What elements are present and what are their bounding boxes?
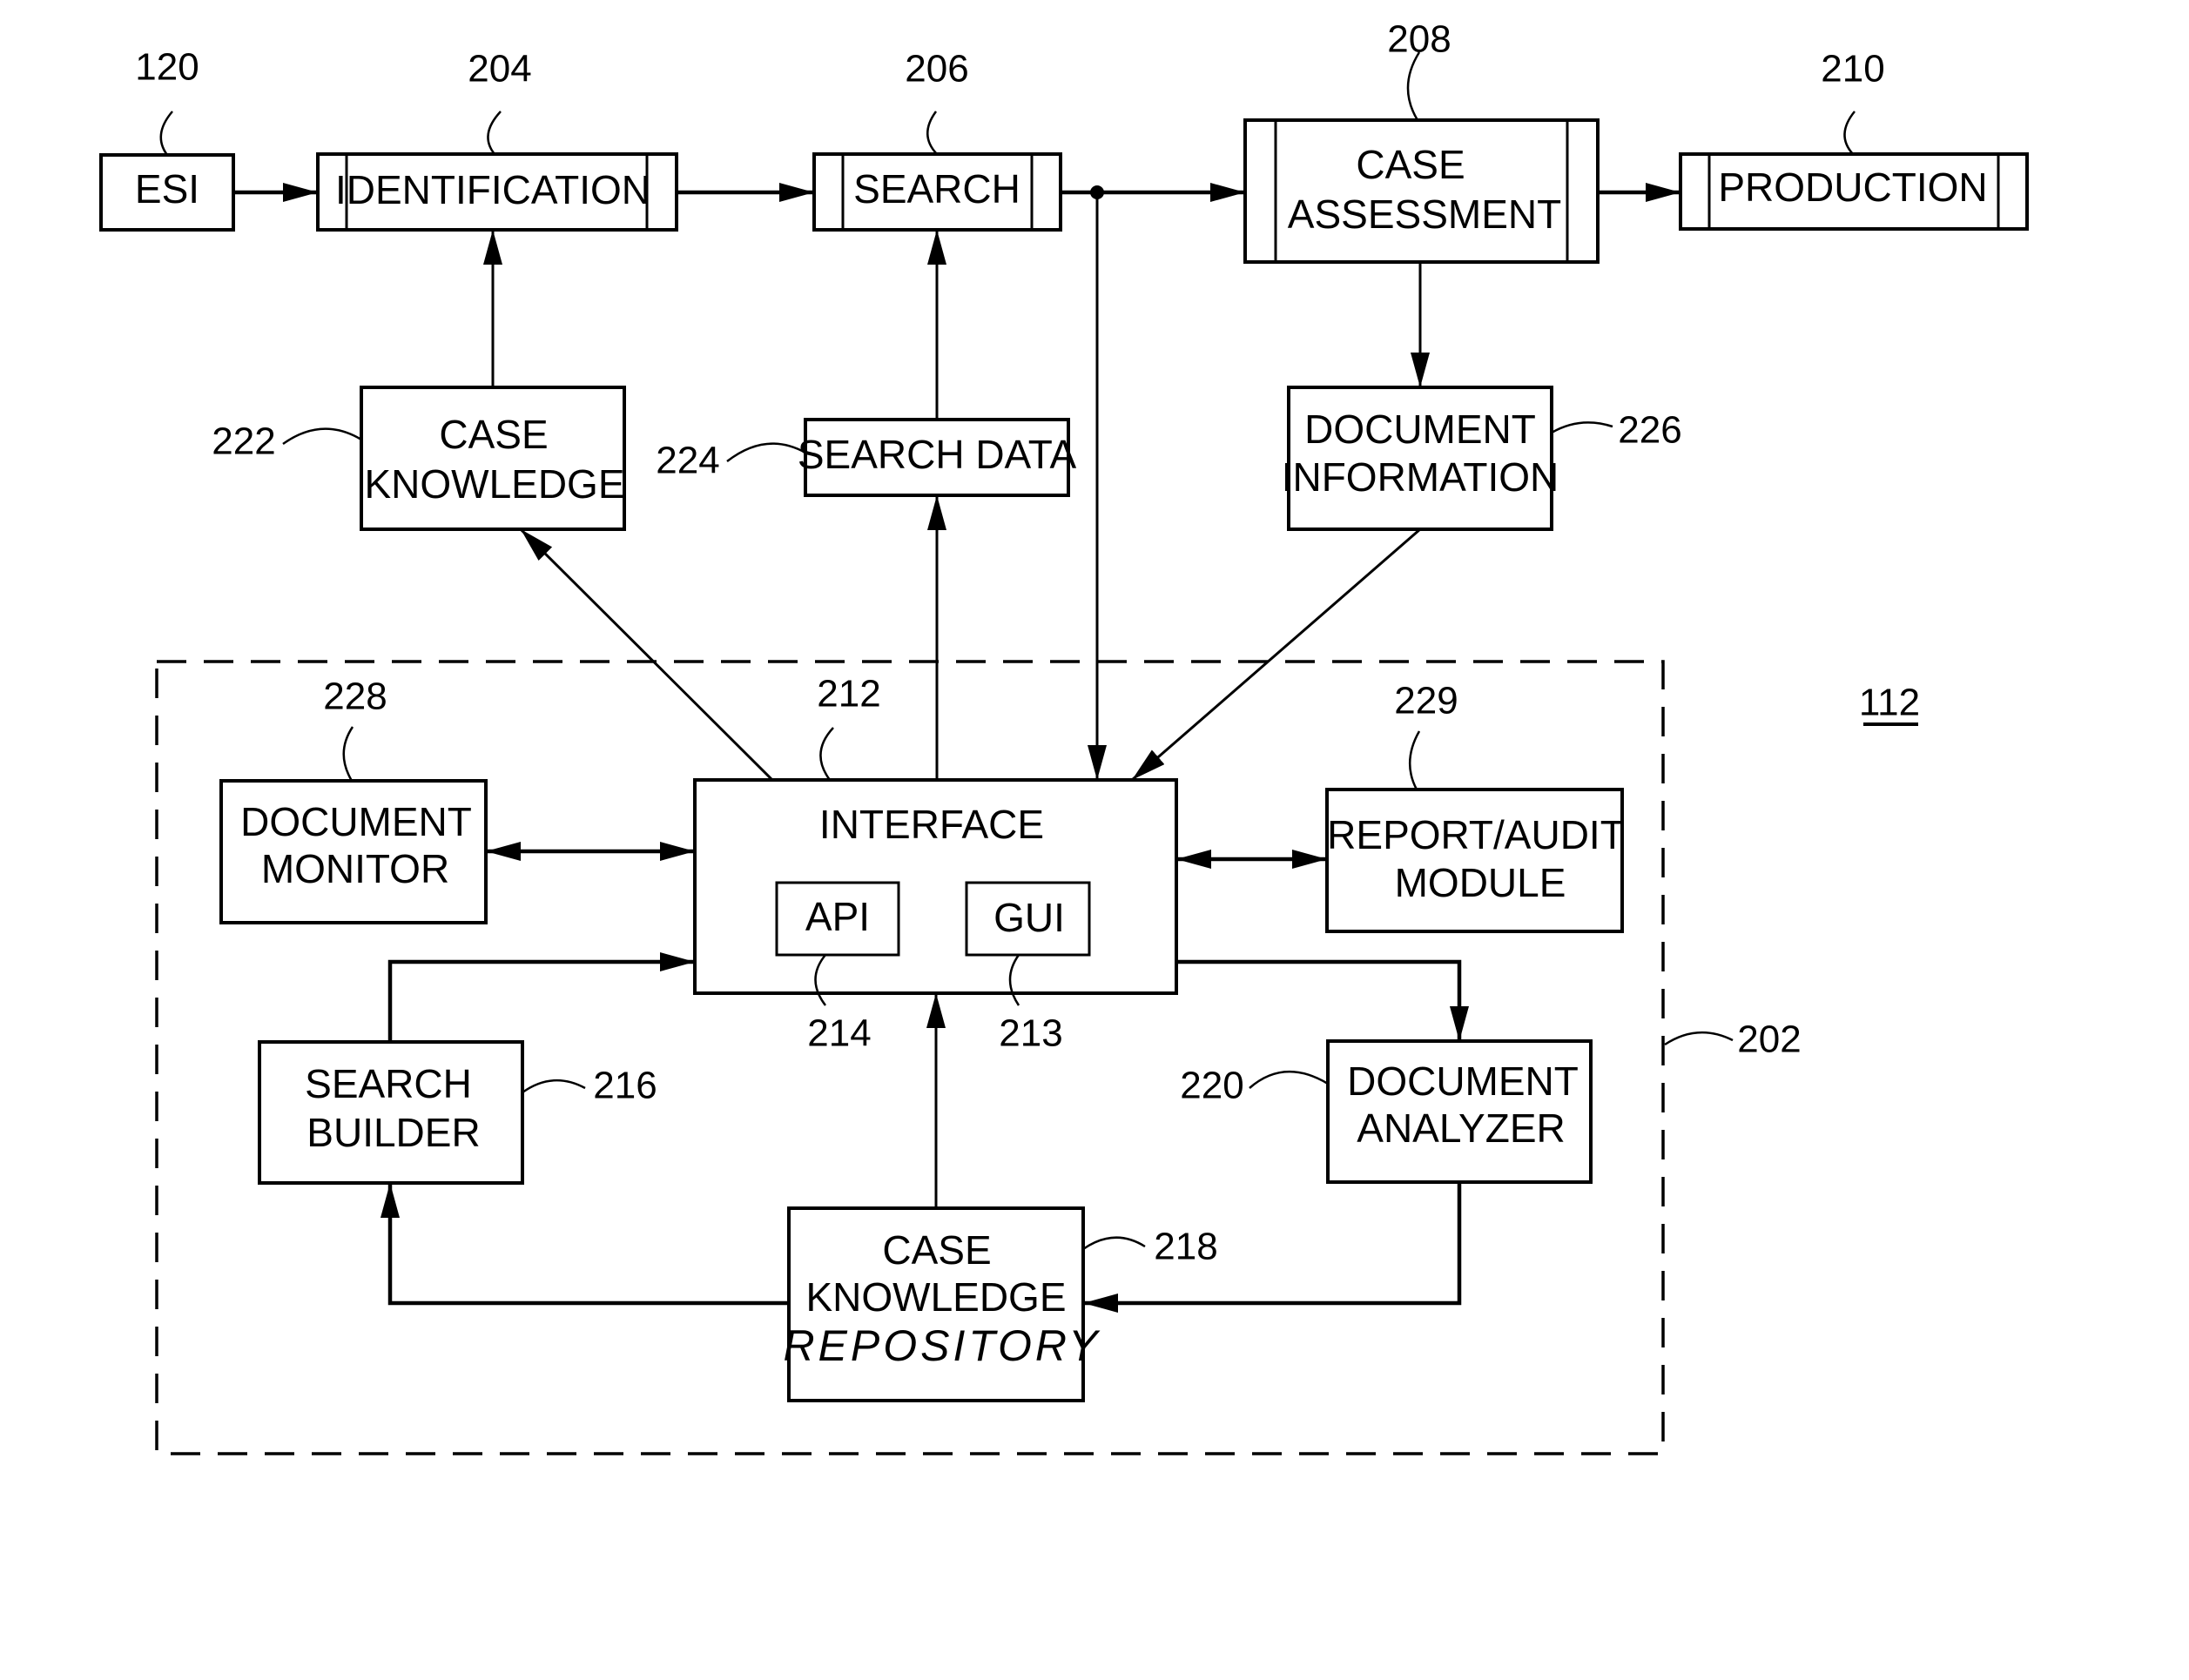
case-knowledge-label-line2: KNOWLEDGE: [364, 461, 624, 507]
search-builder-label-line1: SEARCH: [305, 1061, 472, 1106]
report-audit-label-line1: REPORT/AUDIT: [1327, 812, 1625, 857]
ref-leader-218: [1082, 1236, 1146, 1251]
search-builder-block[interactable]: SEARCH BUILDER: [258, 1040, 524, 1185]
gui-label: GUI: [993, 895, 1065, 940]
document-analyzer-label-line1: DOCUMENT: [1347, 1058, 1579, 1104]
repository-label-line1: CASE: [882, 1227, 991, 1273]
ref-leader-222: [282, 427, 362, 446]
search-data-label: SEARCH DATA: [798, 432, 1077, 477]
identification-label: IDENTIFICATION: [335, 167, 650, 212]
ref-leader-210: [1843, 111, 1856, 155]
ref-218: 218: [1154, 1226, 1217, 1268]
search-data-block[interactable]: SEARCH DATA: [798, 418, 1077, 497]
ref-leader-228: [342, 726, 354, 782]
production-label: PRODUCTION: [1718, 165, 1987, 210]
ref-224: 224: [656, 440, 719, 482]
interface-label: INTERFACE: [819, 802, 1044, 847]
ref-229: 229: [1394, 680, 1458, 722]
ref-222: 222: [212, 420, 275, 463]
system-block-diagram: 202 112 ESI 120 IDENTIFICATION 204 SEARC…: [99, 18, 2029, 1455]
repository-handwritten-label: REPOSITORY: [783, 1321, 1101, 1370]
document-monitor-label-line2: MONITOR: [261, 846, 449, 891]
interface-block[interactable]: INTERFACE: [693, 778, 1178, 995]
report-audit-label-line2: MODULE: [1395, 860, 1566, 905]
case-knowledge-block[interactable]: CASE KNOWLEDGE: [360, 386, 626, 531]
repository-label-line2: KNOWLEDGE: [805, 1274, 1066, 1320]
document-information-block[interactable]: DOCUMENT INFORMATION: [1282, 386, 1559, 531]
ref-226: 226: [1618, 409, 1681, 452]
case-assessment-block[interactable]: CASE ASSESSMENT: [1243, 118, 1600, 264]
esi-label: ESI: [135, 166, 199, 212]
ref-220: 220: [1180, 1065, 1243, 1107]
ref-213: 213: [999, 1012, 1062, 1055]
ref-leader-220: [1249, 1070, 1329, 1089]
figure-ref-112: 112: [1859, 682, 1920, 724]
ref-208: 208: [1387, 18, 1451, 61]
ref-leader-202: [1664, 1031, 1734, 1046]
document-analyzer-label-line2: ANALYZER: [1357, 1105, 1565, 1151]
arrow-document-information-to-interface: [1131, 528, 1421, 782]
ref-214: 214: [807, 1012, 871, 1055]
document-monitor-block[interactable]: DOCUMENT MONITOR: [219, 779, 488, 924]
document-analyzer-block[interactable]: DOCUMENT ANALYZER: [1326, 1039, 1593, 1184]
ref-leader-216: [522, 1079, 586, 1094]
api-label: API: [805, 894, 870, 939]
arrow-interface-to-case-knowledge: [519, 528, 774, 782]
ref-leader-206: [926, 111, 938, 155]
ref-leader-212: [819, 727, 834, 781]
case-knowledge-repository-block[interactable]: CASE KNOWLEDGE REPOSITORY: [783, 1206, 1101, 1402]
arrow-search-builder-to-interface: [387, 952, 695, 1042]
ref-leader-226: [1551, 421, 1613, 434]
production-block[interactable]: PRODUCTION: [1679, 152, 2029, 231]
search-builder-label-line2: BUILDER: [306, 1110, 480, 1155]
ref-212: 212: [817, 673, 880, 716]
ref-206: 206: [905, 48, 968, 91]
case-assessment-label-line2: ASSESSMENT: [1288, 192, 1561, 237]
ref-204: 204: [468, 48, 531, 91]
search-label: SEARCH: [853, 166, 1020, 212]
document-information-label-line2: INFORMATION: [1282, 454, 1559, 500]
esi-block[interactable]: ESI: [99, 153, 235, 232]
ref-leader-208: [1406, 51, 1421, 121]
document-monitor-label-line1: DOCUMENT: [240, 799, 472, 844]
identification-block[interactable]: IDENTIFICATION: [316, 152, 678, 232]
case-assessment-label-line1: CASE: [1356, 142, 1465, 187]
arrow-repository-to-search-builder: [381, 1183, 789, 1306]
ref-216: 216: [593, 1065, 657, 1107]
ref-228: 228: [323, 675, 387, 718]
ref-leader-224: [726, 442, 806, 462]
ref-210: 210: [1821, 48, 1884, 91]
document-information-label-line1: DOCUMENT: [1304, 407, 1536, 452]
ref-leader-120: [159, 111, 173, 156]
ref-120: 120: [135, 46, 199, 89]
search-block[interactable]: SEARCH: [812, 152, 1062, 232]
ref-leader-204: [487, 111, 502, 155]
arrow-interface-to-document-analyzer: [1176, 959, 1469, 1041]
report-audit-module-block[interactable]: REPORT/AUDIT MODULE: [1325, 788, 1625, 933]
ref-leader-229: [1408, 730, 1421, 790]
case-knowledge-label-line1: CASE: [439, 412, 548, 457]
ref-202: 202: [1737, 1018, 1801, 1061]
